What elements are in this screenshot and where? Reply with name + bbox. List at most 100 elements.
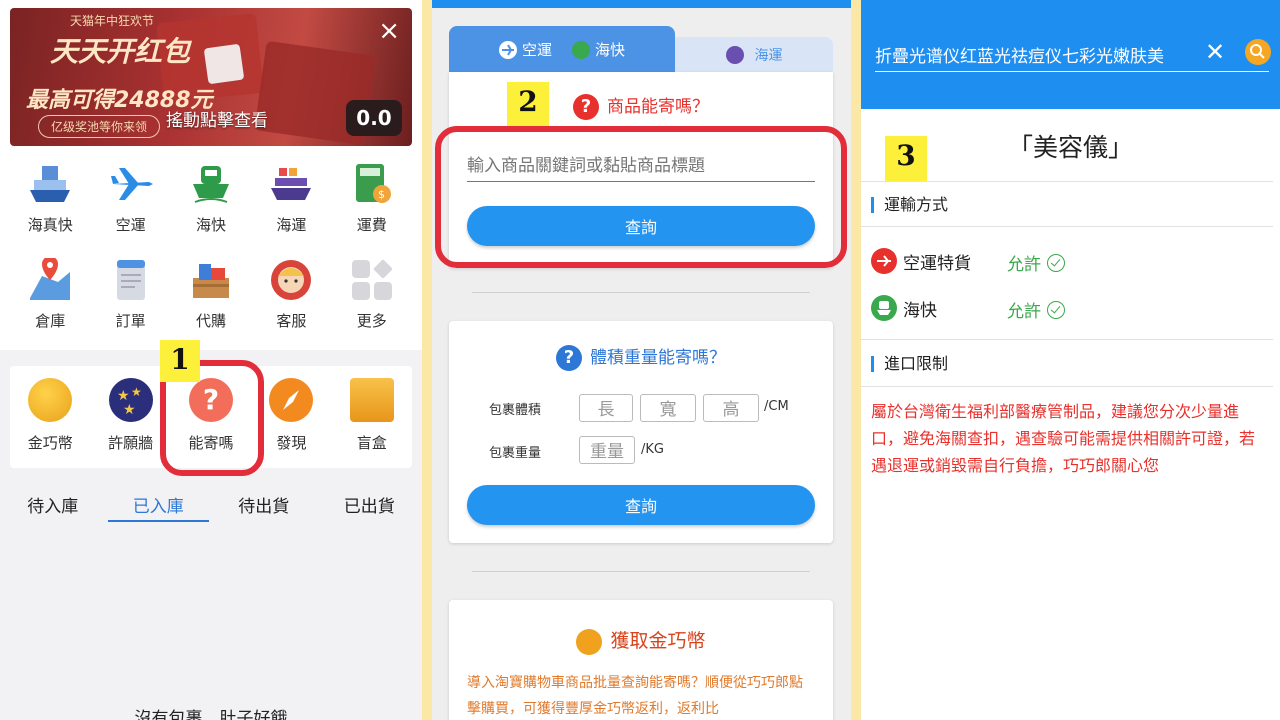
document-icon	[109, 258, 153, 302]
grid-item-freight[interactable]: $ 運費	[332, 162, 412, 235]
service-grid-row-1: 海真快 空運 海快 海運 $ 運費	[10, 162, 412, 235]
size-weight-card: ? 體積重量能寄嗎？ 包裹體積 長 寬 高 /CM 包裹重量 重量 /KG 查詢	[449, 321, 833, 543]
tab-shipped[interactable]: 已出貨	[317, 482, 423, 522]
grid-item-label: 訂單	[115, 312, 146, 330]
question-icon: ?	[573, 94, 599, 120]
tmall-logo-icon	[203, 43, 245, 85]
airplane-icon	[498, 41, 517, 59]
grid-item-sea[interactable]: 海運	[251, 162, 331, 235]
question-icon: ?	[556, 345, 582, 371]
promo-banner[interactable]: 天猫年中狂欢节 天天开红包 最高可得24888元 亿级奖池等你来领 搖動點擊查看…	[10, 8, 412, 146]
airplane-icon	[871, 248, 897, 274]
support-agent-icon	[269, 258, 313, 302]
tab-pending-outbound[interactable]: 待出貨	[211, 482, 317, 522]
result-panel: 折疊光谱仪红蓝光祛痘仪七彩光嫩肤美 ✕ 「美容儀」 3 運輸方式 空運特貨 允許…	[861, 0, 1280, 720]
divider	[472, 571, 810, 572]
mode-status: 允許	[1007, 250, 1065, 275]
mode-name: 海快	[903, 300, 937, 321]
feature-blind-box[interactable]: 盲盒	[332, 366, 412, 468]
airplane-icon	[109, 162, 153, 206]
length-input[interactable]: 長	[579, 394, 633, 422]
service-grid-row-2: 倉庫 訂單 代購 客服 更多	[10, 256, 412, 331]
grid-item-sea-express[interactable]: 海真快	[10, 162, 90, 235]
close-icon[interactable]: ×	[378, 18, 400, 44]
feature-wish-wall[interactable]: ★ ★ ★ 許願牆	[90, 366, 170, 468]
stars-icon: ★ ★ ★	[108, 378, 153, 422]
check-circle-icon	[1047, 253, 1065, 272]
grid-item-label: 運費	[356, 216, 387, 234]
height-input[interactable]: 高	[703, 394, 759, 422]
tab-air[interactable]: 空運	[498, 39, 552, 60]
grid-item-air[interactable]: 空運	[90, 162, 170, 235]
search-icon[interactable]	[1245, 39, 1271, 65]
shopping-bag-icon	[189, 258, 233, 302]
feature-label: 許願牆	[108, 434, 154, 452]
can-ship-panel: 空運 海快 海運 ? 商品能寄嗎？ 查詢 2 ? 體積重量能寄嗎？ 包裹體積 長 寬…	[432, 0, 851, 720]
width-input[interactable]: 寬	[640, 394, 696, 422]
banner-event-label: 天猫年中狂欢节	[70, 14, 155, 28]
svg-text:★: ★	[131, 385, 142, 399]
grid-item-label: 海快	[195, 216, 226, 234]
feature-label: 金巧幣	[27, 434, 73, 452]
step-badge: 3	[885, 136, 927, 182]
transport-tabs: 空運 海快 海運	[449, 26, 833, 72]
grid-item-warehouse[interactable]: 倉庫	[10, 256, 90, 331]
app-home-panel: 天猫年中狂欢节 天天开红包 最高可得24888元 亿级奖池等你来领 搖動點擊查看…	[0, 0, 422, 720]
parcel-status-tabs: 待入庫 已入庫 待出貨 已出貨	[0, 482, 422, 522]
grid-item-label: 客服	[276, 312, 307, 330]
gold-coin-icon	[576, 628, 603, 655]
divider	[861, 386, 1273, 387]
search-bar[interactable]: 折疊光谱仪红蓝光祛痘仪七彩光嫩肤美 ✕	[875, 38, 1271, 72]
ship-icon	[28, 162, 72, 206]
volume-label: 包裹體積	[489, 403, 542, 418]
banner-headline: 天天开红包	[50, 35, 191, 68]
cargo-ship-icon	[269, 162, 313, 206]
grid-item-orders[interactable]: 訂單	[90, 258, 170, 331]
grid-item-label: 代購	[195, 312, 226, 330]
tab-inbound[interactable]: 已入庫	[106, 482, 212, 522]
tab-air-seafast[interactable]: 空運 海快	[449, 26, 675, 72]
divider	[861, 226, 1273, 227]
grid-item-label: 空運	[115, 216, 146, 234]
divider	[861, 339, 1273, 340]
search-input[interactable]: 折疊光谱仪红蓝光祛痘仪七彩光嫩肤美	[875, 42, 1164, 67]
grid-item-purchase-agent[interactable]: 代購	[171, 258, 251, 331]
status-text: 允許	[1007, 255, 1041, 275]
tmall-cat-icon: 0.0	[346, 100, 402, 136]
gift-box-icon	[349, 378, 394, 422]
divider	[861, 181, 1273, 182]
boat-icon	[572, 41, 590, 59]
card-description: 導入淘寶購物車商品批量查詢能寄嗎？順便從巧巧郎點擊購買，可獲得豐厚金巧幣返利，返…	[467, 675, 803, 717]
weight-input[interactable]: 重量	[579, 436, 635, 464]
grid-item-customer-service[interactable]: 客服	[251, 258, 331, 331]
clear-icon[interactable]: ✕	[1205, 38, 1225, 66]
grid-item-more[interactable]: 更多	[332, 258, 412, 331]
calculator-icon: $	[350, 162, 394, 206]
compass-icon	[269, 378, 314, 422]
banner-pill: 亿级奖池等你来领	[38, 115, 161, 138]
grid-item-label: 倉庫	[35, 312, 66, 330]
ship-icon	[725, 45, 744, 64]
grid-item-sea-fast[interactable]: 海快	[171, 162, 251, 235]
tab-seafast[interactable]: 海快	[572, 39, 625, 60]
svg-text:$: $	[378, 188, 385, 201]
tab-pending-inbound[interactable]: 待入庫	[0, 482, 106, 522]
mode-sea-fast: 海快	[871, 295, 937, 321]
mode-status: 允許	[1007, 297, 1065, 322]
empty-state-text: 沒有包裹，肚子好餓	[134, 709, 288, 720]
grid-item-label: 海運	[276, 216, 307, 234]
query-button[interactable]: 查詢	[467, 485, 815, 525]
import-section-title: 進口限制	[871, 356, 948, 372]
feature-label: 盲盒	[356, 434, 387, 452]
tab-sea-label: 海運	[754, 47, 783, 64]
check-circle-icon	[1047, 300, 1065, 319]
tab-air-label: 空運	[521, 40, 552, 59]
card-title-text: 體積重量能寄嗎？	[590, 348, 726, 368]
card-title: 獲取金巧幣	[449, 626, 833, 655]
banner-cta[interactable]: 搖動點擊查看	[166, 106, 268, 131]
card-title-text: 獲取金巧幣	[610, 630, 706, 652]
tab-sea[interactable]: 海運	[675, 37, 833, 72]
weight-label: 包裹重量	[489, 446, 542, 461]
feature-gold-coin[interactable]: 金巧幣	[10, 366, 90, 468]
card-title: ? 體積重量能寄嗎？	[449, 343, 833, 371]
